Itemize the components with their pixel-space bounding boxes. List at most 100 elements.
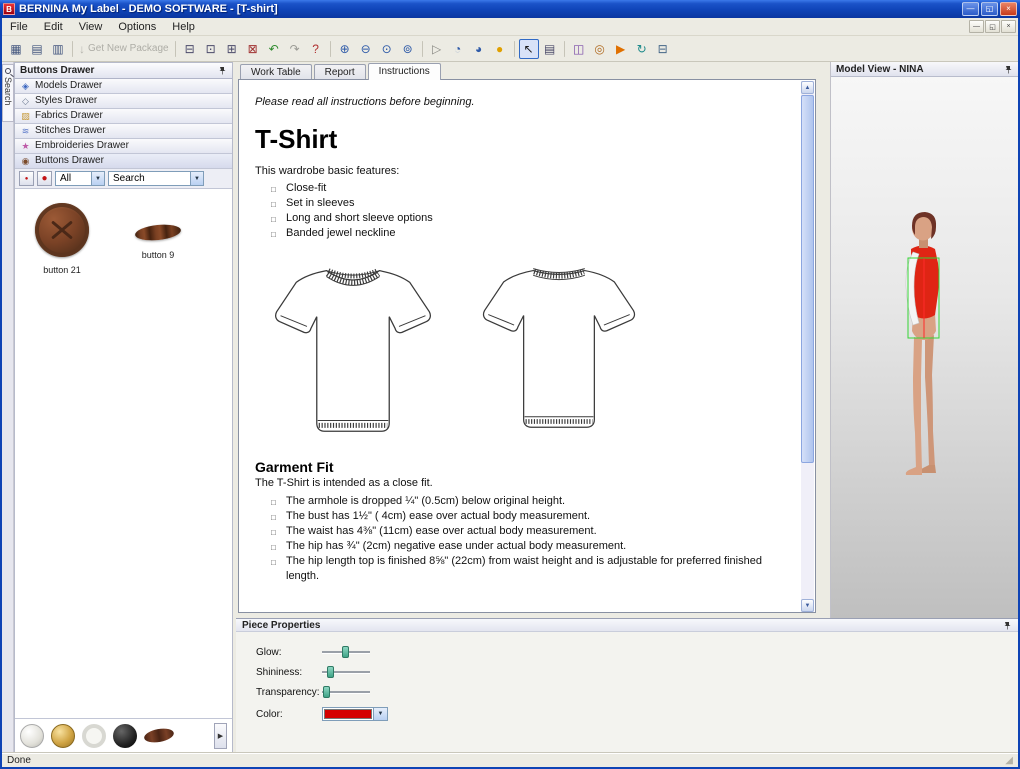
fit-list: The armhole is dropped ¼" (0.5cm) below … <box>255 494 775 584</box>
pin-icon[interactable] <box>1003 621 1012 630</box>
search-value: Search <box>113 173 145 184</box>
model-3d-viewport[interactable] <box>831 77 1018 618</box>
select-tool-button[interactable]: ↖ <box>518 38 539 59</box>
category-dropdown[interactable]: All ▼ <box>55 171 105 186</box>
scrollbar-thumb[interactable] <box>801 95 814 463</box>
strip-button-pearl[interactable] <box>20 723 44 748</box>
worktable-icon-1[interactable]: ▦ <box>6 39 26 59</box>
search-strip: Search <box>2 62 14 753</box>
redo-button[interactable]: ↷ <box>285 39 305 59</box>
rotate-left-button[interactable]: ◔ <box>448 39 468 59</box>
toolbar-separator <box>513 40 515 57</box>
menu-view[interactable]: View <box>71 20 111 34</box>
worktable-icon-2[interactable]: ▤ <box>27 39 47 59</box>
print-button[interactable]: ⊟ <box>180 39 200 59</box>
zoom-in-button[interactable]: ⊕ <box>335 39 355 59</box>
drawer-buttons[interactable]: ◉ Buttons Drawer <box>15 154 232 169</box>
zoom-all-button[interactable]: ⊙ <box>377 39 397 59</box>
strip-thumbs <box>20 723 175 748</box>
window-controls: — ◱ × <box>962 2 1017 16</box>
drawer-embroideries[interactable]: ★ Embroideries Drawer <box>15 139 232 154</box>
resize-grip[interactable]: ◢ <box>1005 755 1013 766</box>
toolbar-icon: ◕ <box>474 41 483 56</box>
button-21-thumbnail[interactable]: button 21 <box>25 201 99 275</box>
scroll-up-button[interactable]: ▲ <box>801 81 814 94</box>
slider-thumb[interactable] <box>326 666 334 678</box>
spool-button[interactable]: ◎ <box>590 39 610 59</box>
mdi-restore-button[interactable]: ◱ <box>985 20 1000 33</box>
strip-button-white[interactable] <box>82 723 106 748</box>
pin-icon[interactable] <box>218 66 227 75</box>
scroll-right-button[interactable]: ▶ <box>214 722 227 749</box>
drawer-stitches[interactable]: ≋ Stitches Drawer <box>15 124 232 139</box>
close-button[interactable]: × <box>1000 2 1017 16</box>
get-new-package-button[interactable]: ↓ Get New Package <box>77 39 171 59</box>
pin-icon[interactable] <box>1004 65 1013 74</box>
slider-thumb[interactable] <box>322 686 330 698</box>
measure-button[interactable]: ◫ <box>569 39 589 59</box>
toolbar-icon: ⊠ <box>247 41 258 56</box>
page-setup-button[interactable]: ⊡ <box>201 39 221 59</box>
toolbar-separator <box>72 40 73 57</box>
strip-button-gold[interactable] <box>51 723 75 748</box>
transparency-slider[interactable] <box>322 685 370 699</box>
shininess-slider[interactable] <box>322 665 370 679</box>
toolbar-icon: ↶ <box>268 41 279 56</box>
stitch-tool-button[interactable]: ▤ <box>540 39 560 59</box>
drawer-styles[interactable]: ◇ Styles Drawer <box>15 94 232 109</box>
help-button[interactable]: ? <box>306 39 326 59</box>
slider-thumb[interactable] <box>342 646 350 658</box>
model-view-title: Model View - NINA <box>836 63 924 75</box>
worktable-icon-3[interactable]: ▥ <box>48 39 68 59</box>
toolbar-separator <box>329 40 331 57</box>
menubar: File Edit View Options Help — ◱ × <box>2 18 1018 36</box>
instructions-intro: Please read all instructions before begi… <box>255 96 475 108</box>
undo-button[interactable]: ↶ <box>264 39 284 59</box>
chevron-down-icon[interactable]: ▼ <box>91 172 104 185</box>
mdi-close-button[interactable]: × <box>1001 20 1016 33</box>
simulate-button[interactable]: ▶ <box>611 39 631 59</box>
drawer-models[interactable]: ◈ Models Drawer <box>15 79 232 94</box>
export-button[interactable]: ⊞ <box>222 39 242 59</box>
search-side-tab[interactable]: Search <box>2 64 14 122</box>
drawer-icon: ★ <box>21 140 30 151</box>
filter-ball-button[interactable]: ● <box>37 171 52 186</box>
scroll-down-button[interactable]: ▼ <box>801 599 814 612</box>
restore-button[interactable]: ◱ <box>981 2 998 16</box>
button-strip: ▶ <box>15 718 232 752</box>
minimize-button[interactable]: — <box>962 2 979 16</box>
button-9-thumbnail[interactable]: button 9 <box>121 201 195 260</box>
filter-dot-button[interactable]: ● <box>19 171 34 186</box>
walk-button[interactable]: ▷ <box>427 39 447 59</box>
refresh-button[interactable]: ↻ <box>632 39 652 59</box>
zoom-selection-button[interactable]: ⊚ <box>398 39 418 59</box>
app-window: B BERNINA My Label - DEMO SOFTWARE - [T-… <box>0 0 1020 769</box>
model-figure[interactable] <box>887 209 957 499</box>
vertical-scrollbar[interactable]: ▲ ▼ <box>801 81 814 612</box>
menu-file[interactable]: File <box>2 20 36 34</box>
chevron-down-icon[interactable]: ▼ <box>373 708 387 720</box>
menu-items: File Edit View Options Help <box>2 20 203 34</box>
glow-slider[interactable] <box>322 645 370 659</box>
drawer-fabrics[interactable]: ▨ Fabrics Drawer <box>15 109 232 124</box>
light-button[interactable]: ● <box>490 39 510 59</box>
print-3d-button[interactable]: ⊟ <box>653 39 673 59</box>
menu-edit[interactable]: Edit <box>36 20 71 34</box>
chevron-down-icon[interactable]: ▼ <box>190 172 203 185</box>
color-dropdown[interactable]: ▼ <box>322 707 388 721</box>
menu-options[interactable]: Options <box>110 20 164 34</box>
drawer-list: ◈ Models Drawer ◇ Styles Drawer ▨ Fabric… <box>15 79 232 169</box>
zoom-out-button[interactable]: ⊖ <box>356 39 376 59</box>
toolbar-separator <box>174 40 176 57</box>
menu-help[interactable]: Help <box>164 20 203 34</box>
search-dropdown[interactable]: Search ▼ <box>108 171 204 186</box>
delete-button[interactable]: ⊠ <box>243 39 263 59</box>
mdi-minimize-button[interactable]: — <box>969 20 984 33</box>
toolbar-icon: ⊕ <box>339 41 350 56</box>
strip-button-black[interactable] <box>113 723 137 748</box>
strip-button-toggle[interactable] <box>143 726 175 745</box>
tab-instructions[interactable]: Instructions <box>367 63 441 80</box>
garment-drawings <box>263 255 775 443</box>
rotate-right-button[interactable]: ◕ <box>469 39 489 59</box>
toolbar-icon: ▥ <box>52 41 64 56</box>
